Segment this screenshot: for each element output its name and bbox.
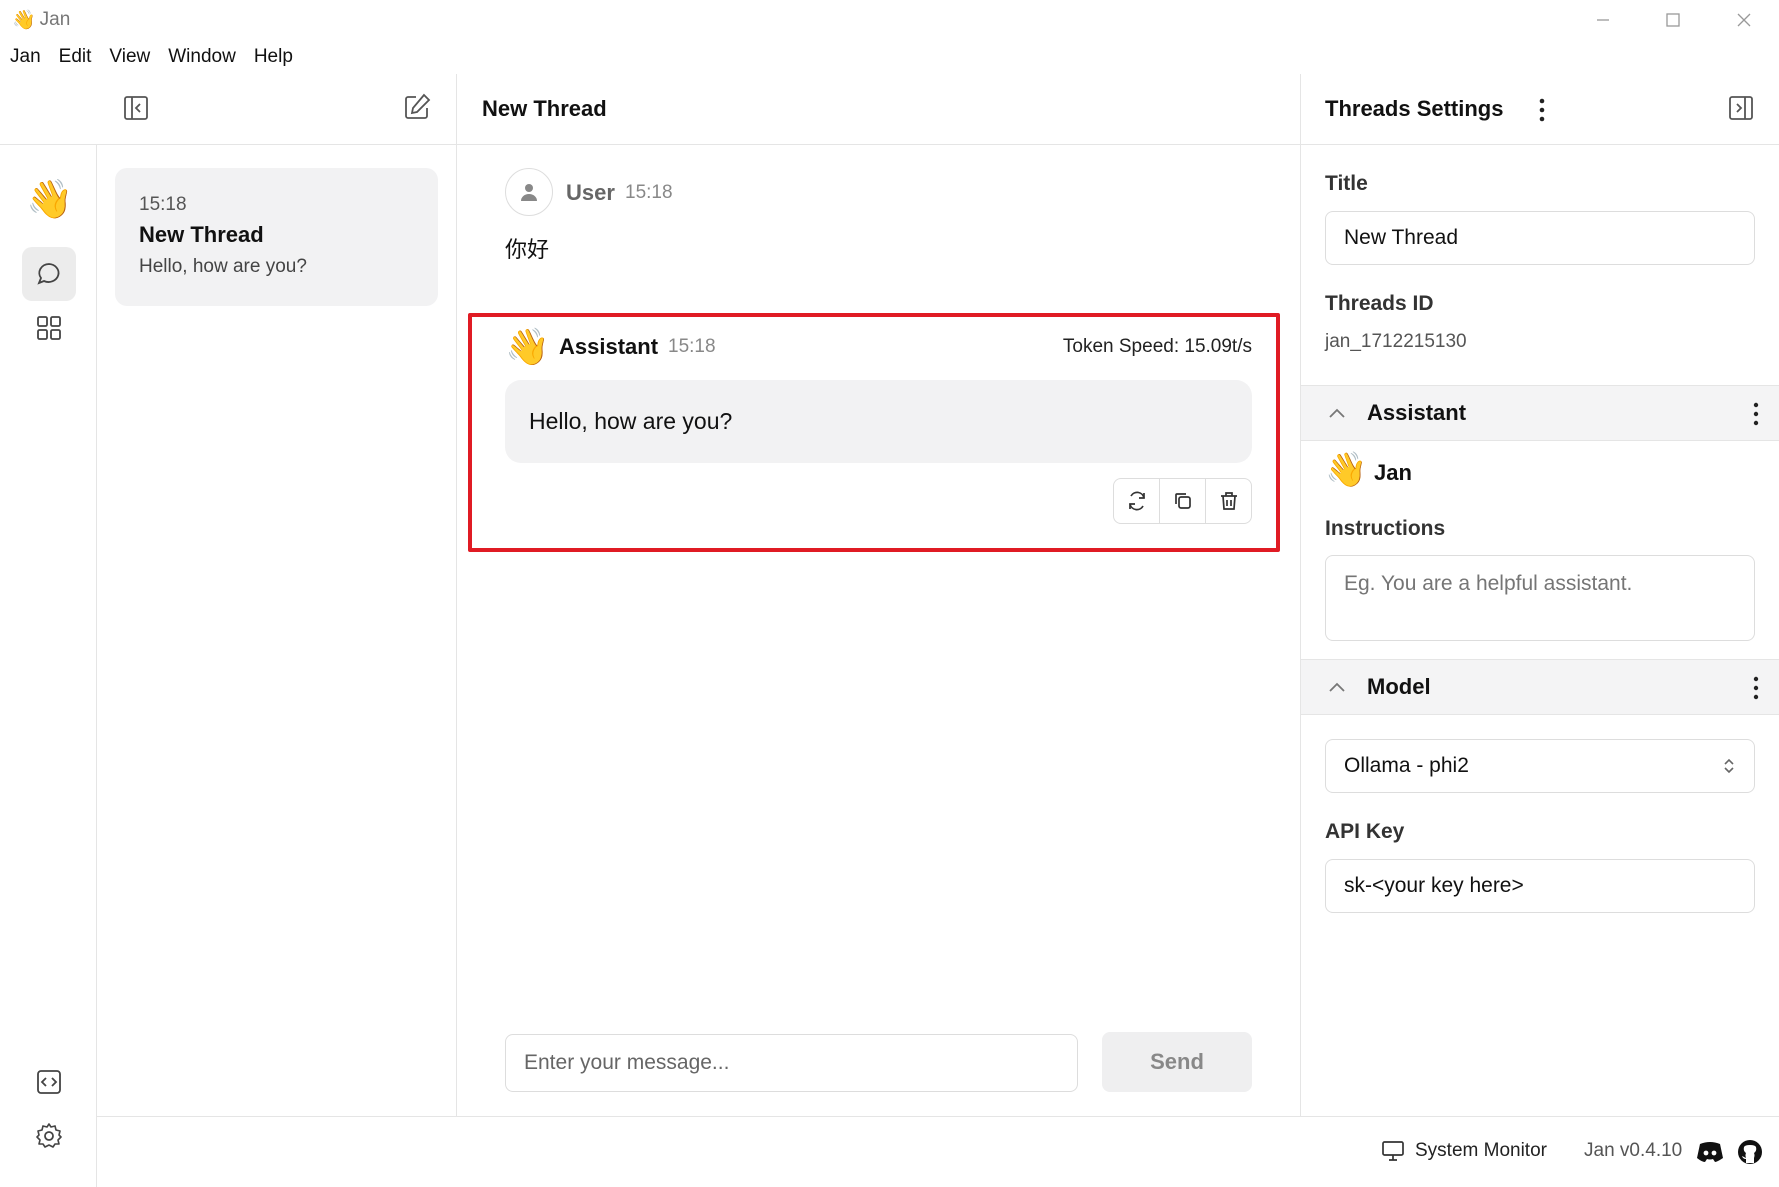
settings-icon — [36, 1123, 62, 1148]
assistant-avatar-icon: 👋 — [1325, 451, 1368, 489]
title-label: Title — [1325, 172, 1368, 195]
settings-title: Threads Settings — [1325, 96, 1504, 121]
chevron-up-icon — [1329, 408, 1345, 418]
menu-edit[interactable]: Edit — [59, 44, 92, 74]
system-monitor-label: System Monitor — [1415, 1140, 1547, 1161]
new-thread-button[interactable] — [402, 92, 432, 122]
assistant-section-label: Assistant — [1367, 400, 1467, 425]
threads-id-label: Threads ID — [1325, 292, 1434, 315]
jan-logo: 👋 — [26, 179, 74, 221]
token-speed: Token Speed: 15.09t/s — [1062, 336, 1252, 357]
api-key-label: API Key — [1325, 820, 1405, 843]
maximize-icon — [1666, 13, 1680, 27]
app-name: Jan — [39, 9, 71, 30]
assistant-message-text: Hello, how are you? — [529, 408, 733, 434]
title-input-value: New Thread — [1344, 226, 1459, 249]
discord-link[interactable] — [1695, 1140, 1725, 1164]
panel-left-icon — [124, 96, 148, 120]
thread-time: 15:18 — [139, 194, 187, 215]
rail-divider — [96, 144, 97, 1187]
model-section-label: Model — [1367, 674, 1431, 699]
version-label: Jan v0.4.10 — [1584, 1140, 1683, 1161]
chat-icon — [37, 263, 60, 285]
model-section-header[interactable]: Model — [1301, 659, 1779, 715]
rail-code-button[interactable] — [22, 1055, 76, 1109]
rail-settings-button[interactable] — [22, 1109, 76, 1163]
more-vertical-icon — [1753, 676, 1759, 700]
close-window-button[interactable] — [1724, 6, 1764, 34]
delete-button[interactable] — [1206, 479, 1251, 523]
rail-hub-button[interactable] — [22, 301, 76, 355]
thread-title: New Thread — [139, 222, 264, 247]
maximize-button[interactable] — [1653, 6, 1693, 34]
title-input[interactable]: New Thread — [1325, 211, 1755, 265]
monitor-icon — [1382, 1141, 1404, 1161]
regenerate-button[interactable] — [1114, 479, 1160, 523]
send-button[interactable]: Send — [1102, 1032, 1252, 1092]
footer-divider — [96, 1116, 1779, 1117]
user-message: 你好 — [505, 237, 550, 262]
panel-right-icon — [1729, 96, 1753, 120]
model-select[interactable]: Ollama - phi2 — [1325, 739, 1755, 793]
threads-id-value: jan_1712215130 — [1325, 331, 1467, 352]
thread-list-divider — [456, 74, 457, 1117]
more-vertical-icon — [1753, 402, 1759, 426]
github-icon — [1738, 1140, 1762, 1164]
chevron-up-down-icon — [1724, 758, 1734, 774]
edit-icon — [405, 93, 431, 119]
instructions-textarea[interactable] — [1325, 555, 1755, 641]
minimize-button[interactable] — [1583, 6, 1623, 34]
more-vertical-icon — [1539, 98, 1545, 122]
model-select-value: Ollama - phi2 — [1344, 754, 1469, 777]
api-key-value: sk-<your key here> — [1344, 874, 1524, 897]
conversation-title: New Thread — [482, 96, 607, 121]
user-sender: User — [566, 180, 615, 205]
copy-button[interactable] — [1160, 479, 1206, 523]
apps-grid-icon — [37, 316, 61, 340]
assistant-sender: Assistant — [559, 334, 659, 359]
assistant-avatar: 👋 — [505, 326, 550, 367]
thread-snippet: Hello, how are you? — [139, 256, 307, 277]
user-avatar — [505, 168, 553, 216]
rail-chat-button[interactable] — [22, 247, 76, 301]
discord-icon — [1697, 1142, 1723, 1162]
trash-icon — [1220, 492, 1237, 510]
settings-divider — [1300, 74, 1301, 1117]
collapse-sidebar-button[interactable] — [122, 94, 150, 122]
assistant-name: Jan — [1374, 460, 1412, 485]
collapse-settings-button[interactable] — [1727, 94, 1755, 122]
assistant-section-header[interactable]: Assistant — [1301, 385, 1779, 441]
user-time: 15:18 — [625, 182, 673, 203]
minimize-icon — [1597, 19, 1609, 21]
menu-bar: Jan Edit View Window Help — [0, 44, 293, 74]
message-actions — [1113, 478, 1252, 524]
assistant-time: 15:18 — [668, 336, 716, 357]
message-input[interactable] — [505, 1034, 1078, 1092]
close-icon — [1737, 13, 1751, 27]
thread-item[interactable]: 15:18 New Thread Hello, how are you? — [115, 168, 438, 306]
app-title: 👋 Jan — [12, 8, 70, 32]
chevron-up-icon — [1329, 682, 1345, 692]
user-icon — [521, 184, 537, 201]
header-divider — [0, 144, 1779, 145]
system-monitor-button[interactable]: System Monitor — [1381, 1140, 1547, 1162]
menu-help[interactable]: Help — [254, 44, 293, 74]
refresh-icon — [1128, 491, 1145, 511]
copy-icon — [1174, 493, 1191, 509]
code-icon — [37, 1070, 61, 1094]
github-link[interactable] — [1737, 1139, 1763, 1165]
api-key-input[interactable]: sk-<your key here> — [1325, 859, 1755, 913]
settings-more-button[interactable] — [1530, 96, 1554, 124]
assistant-message: Hello, how are you? — [505, 380, 1252, 463]
title-bar: 👋 Jan — [0, 0, 1779, 40]
instructions-label: Instructions — [1325, 517, 1446, 540]
menu-jan[interactable]: Jan — [10, 44, 41, 74]
menu-window[interactable]: Window — [168, 44, 236, 74]
menu-view[interactable]: View — [109, 44, 150, 74]
app-icon: 👋 — [12, 10, 36, 31]
